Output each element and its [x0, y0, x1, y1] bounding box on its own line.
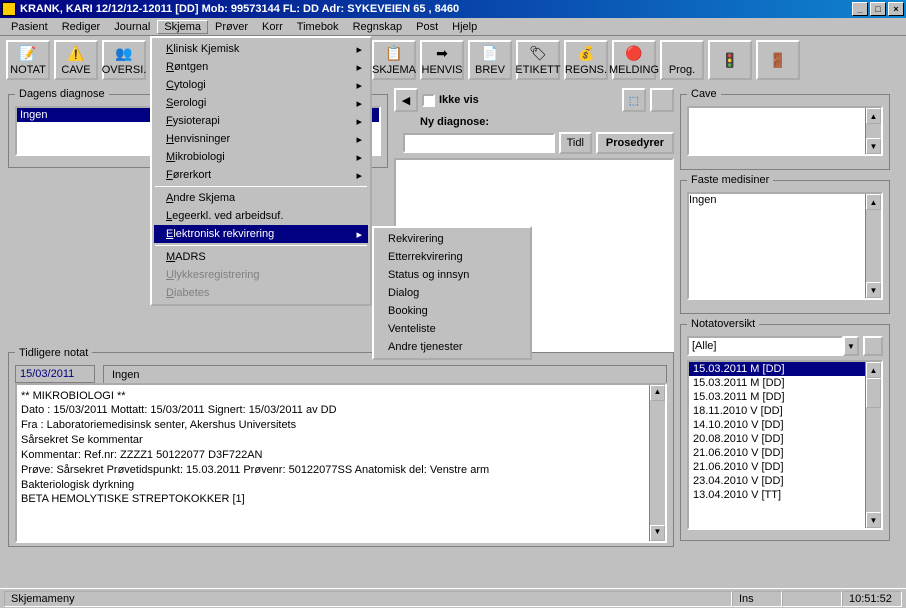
submenu-status-og-innsyn[interactable]: Status og innsyn: [376, 266, 528, 284]
faste-list[interactable]: Ingen ▲▼: [687, 192, 883, 300]
menu-journal[interactable]: Journal: [107, 20, 157, 34]
menu-skjema[interactable]: Skjema: [157, 20, 208, 34]
submenu-dialog[interactable]: Dialog: [376, 284, 528, 302]
notatov-filter-dropdown[interactable]: ▼: [843, 336, 859, 356]
notatov-legend: Notatoversikt: [687, 318, 759, 330]
menuitem-cytologi[interactable]: Cytologi: [154, 76, 368, 94]
menuitem-henvisninger[interactable]: Henvisninger: [154, 130, 368, 148]
elektronisk-submenu: RekvireringEtterrekvireringStatus og inn…: [372, 226, 532, 360]
toolbar: 📝NOTAT ⚠️CAVE 👥OVERSI. 📊LABARK 📅T.BOK 📋S…: [0, 36, 906, 84]
prosedyrer-button[interactable]: Prosedyrer: [596, 132, 674, 154]
menuitem-klinisk-kjemisk[interactable]: Klinisk Kjemisk: [154, 40, 368, 58]
faste-box: Faste medisiner Ingen ▲▼: [680, 174, 890, 314]
status-text: Skjemameny: [4, 591, 732, 607]
tb-brev[interactable]: 📄BREV: [468, 40, 512, 80]
menu-korr[interactable]: Korr: [255, 20, 290, 34]
arrow-left-btn[interactable]: ◀: [394, 88, 418, 112]
tidligere-tab[interactable]: Ingen: [103, 365, 667, 384]
menuitem-legeerkl-ved-arbeidsuf-[interactable]: Legeerkl. ved arbeidsuf.: [154, 207, 368, 225]
dagens-legend: Dagens diagnose: [15, 88, 109, 100]
menu-rediger[interactable]: Rediger: [55, 20, 108, 34]
tb-melding[interactable]: 🔴MELDING: [612, 40, 656, 80]
maximize-button[interactable]: □: [870, 2, 886, 16]
cave-list[interactable]: ▲▼: [687, 106, 883, 156]
notatov-list[interactable]: 15.03.2011 M [DD] 15.03.2011 M [DD] 15.0…: [687, 360, 883, 530]
menubar: Pasient Rediger Journal Skjema Prøver Ko…: [0, 18, 906, 36]
menuitem-fysioterapi[interactable]: Fysioterapi: [154, 112, 368, 130]
menu-regnskap[interactable]: Regnskap: [346, 20, 410, 34]
menuitem-serologi[interactable]: Serologi: [154, 94, 368, 112]
cave-box: Cave ▲▼: [680, 88, 890, 170]
icon-btn-2[interactable]: [650, 88, 674, 112]
statusbar: Skjemameny Ins 10:51:52: [0, 588, 906, 608]
nydiag-label: Ny diagnose:: [420, 116, 489, 128]
tb-oversi[interactable]: 👥OVERSI.: [102, 40, 146, 80]
submenu-venteliste[interactable]: Venteliste: [376, 320, 528, 338]
tb-traffic[interactable]: 🚦: [708, 40, 752, 80]
menuitem-f-rerkort[interactable]: Førerkort: [154, 166, 368, 184]
notatov-lock-icon[interactable]: [863, 336, 883, 356]
menuitem-madrs[interactable]: MADRS: [154, 248, 368, 266]
submenu-andre-tjenester[interactable]: Andre tjenester: [376, 338, 528, 356]
menuitem-andre-skjema[interactable]: Andre Skjema: [154, 189, 368, 207]
tidligere-legend: Tidligere notat: [15, 347, 92, 359]
menuitem-diabetes: Diabetes: [154, 284, 368, 302]
window-title: KRANK, KARI 12/12/12-12011 [DD] Mob: 995…: [20, 3, 850, 15]
menu-prover[interactable]: Prøver: [208, 20, 255, 34]
submenu-etterrekvirering[interactable]: Etterrekvirering: [376, 248, 528, 266]
tidligere-body[interactable]: ** MIKROBIOLOGI ** Dato : 15/03/2011 Mot…: [15, 383, 667, 543]
app-icon: [2, 2, 16, 16]
status-ins: Ins: [732, 591, 782, 607]
menu-pasient[interactable]: Pasient: [4, 20, 55, 34]
titlebar: KRANK, KARI 12/12/12-12011 [DD] Mob: 995…: [0, 0, 906, 18]
ikkevis-label: Ikke vis: [439, 94, 479, 106]
menuitem-r-ntgen[interactable]: Røntgen: [154, 58, 368, 76]
tidl-button[interactable]: Tidl: [559, 132, 592, 154]
menu-hjelp[interactable]: Hjelp: [445, 20, 484, 34]
tidligere-notat-box: Tidligere notat 15/03/2011 Ingen ** MIKR…: [8, 347, 674, 547]
tb-skjema[interactable]: 📋SKJEMA: [372, 40, 416, 80]
minimize-button[interactable]: _: [852, 2, 868, 16]
tb-henvis[interactable]: ➡HENVIS: [420, 40, 464, 80]
tb-notat[interactable]: 📝NOTAT: [6, 40, 50, 80]
notatov-filter[interactable]: [687, 336, 843, 356]
submenu-booking[interactable]: Booking: [376, 302, 528, 320]
tb-prog[interactable]: Prog.: [660, 40, 704, 80]
tb-regns[interactable]: 💰REGNS.: [564, 40, 608, 80]
menuitem-mikrobiologi[interactable]: Mikrobiologi: [154, 148, 368, 166]
menuitem-elektronisk-rekvirering[interactable]: Elektronisk rekvirering: [154, 225, 368, 243]
status-blank: [782, 591, 842, 607]
submenu-rekvirering[interactable]: Rekvirering: [376, 230, 528, 248]
ikkevis-checkbox[interactable]: [422, 94, 435, 107]
skjema-dropdown: Klinisk KjemiskRøntgenCytologiSerologiFy…: [150, 36, 372, 306]
close-button[interactable]: ×: [888, 2, 904, 16]
menu-post[interactable]: Post: [409, 20, 445, 34]
tidligere-date: 15/03/2011: [15, 365, 95, 383]
tb-exit[interactable]: 🚪: [756, 40, 800, 80]
faste-legend: Faste medisiner: [687, 174, 773, 186]
status-time: 10:51:52: [842, 591, 902, 607]
tb-etikett[interactable]: 🏷ETIKETT: [516, 40, 560, 80]
notatoversikt-box: Notatoversikt ▼ 15.03.2011 M [DD] 15.03.…: [680, 318, 890, 541]
cave-legend: Cave: [687, 88, 721, 100]
nydiag-input[interactable]: [403, 133, 555, 153]
menu-timebok[interactable]: Timebok: [290, 20, 346, 34]
menuitem-ulykkesregistrering: Ulykkesregistrering: [154, 266, 368, 284]
icon-btn-1[interactable]: ⬚: [622, 88, 646, 112]
tb-cave[interactable]: ⚠️CAVE: [54, 40, 98, 80]
